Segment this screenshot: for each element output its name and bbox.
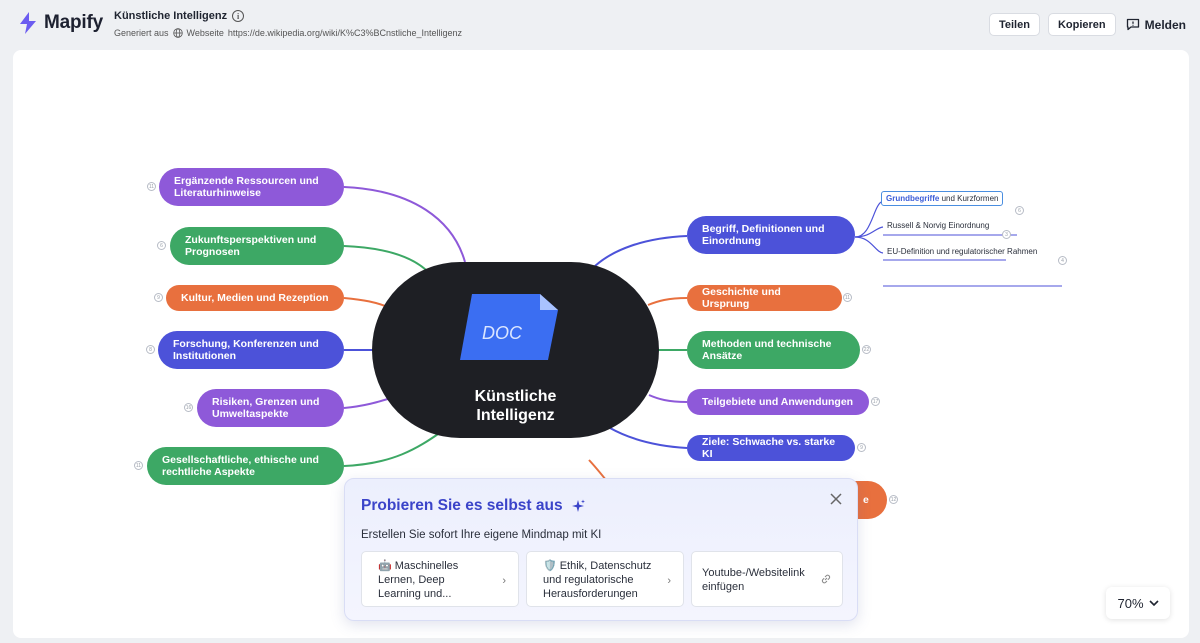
- sparkle-icon: [571, 499, 585, 512]
- mapify-logo[interactable]: Mapify: [18, 12, 103, 34]
- document-icon: DOC: [460, 294, 558, 360]
- info-icon[interactable]: i: [232, 10, 245, 22]
- child-count-badge[interactable]: 11: [147, 182, 156, 191]
- node-label: Geschichte und Ursprung: [702, 285, 781, 311]
- node-label: Ziele: Schwache vs. starke KI: [702, 435, 836, 461]
- report-icon: [1126, 18, 1139, 31]
- source-line: Generiert aus Webseite https://de.wikipe…: [114, 28, 462, 38]
- child-count-badge[interactable]: 11: [134, 461, 143, 470]
- document-title-row: Künstliche Intelligenz i: [114, 10, 245, 22]
- node-label: Begriff, Definitionen und Einordnung: [702, 222, 825, 248]
- logo-text: Mapify: [44, 12, 103, 33]
- node-geschichte-ursprung[interactable]: Geschichte und Ursprung: [687, 285, 842, 311]
- promo-card-label: Youtube-/Websitelink einfügen: [702, 567, 805, 593]
- child-count-badge[interactable]: 3: [1002, 230, 1011, 239]
- chevron-right-icon: ›: [667, 575, 671, 587]
- node-label: Ergänzende Ressourcen und Literaturhinwe…: [174, 174, 319, 200]
- promo-card-ethik[interactable]: 🛡️ Ethik, Datenschutz und regulatorische …: [526, 551, 684, 607]
- promo-title-row: Probieren Sie es selbst aus: [361, 497, 585, 515]
- copy-button[interactable]: Kopieren: [1047, 13, 1116, 36]
- link-icon: [821, 574, 831, 584]
- promo-card-link[interactable]: Youtube-/Websitelink einfügen: [691, 551, 843, 607]
- node-label: Gesellschaftliche, ethische und rechtlic…: [162, 453, 319, 479]
- subnode-eu-definition[interactable]: EU-Definition und regulatorischer Rahmen: [887, 247, 1037, 256]
- promo-card-ml[interactable]: 🤖 Maschinelles Lernen, Deep Learning und.…: [361, 551, 519, 607]
- doc-badge-text: DOC: [482, 323, 523, 343]
- report-label: Melden: [1144, 17, 1186, 32]
- node-ergaenzende-ressourcen[interactable]: Ergänzende Ressourcen und Literaturhinwe…: [159, 168, 344, 206]
- promo-subtitle: Erstellen Sie sofort Ihre eigene Mindmap…: [361, 529, 602, 541]
- node-gesellschaftliche-aspekte[interactable]: Gesellschaftliche, ethische und rechtlic…: [147, 447, 344, 485]
- source-type: Webseite: [186, 28, 224, 38]
- source-prefix: Generiert aus: [114, 28, 169, 38]
- node-label: Teilgebiete und Anwendungen: [702, 395, 854, 408]
- node-label: Zukunftsperspektiven und Prognosen: [185, 233, 317, 259]
- globe-icon: [172, 28, 183, 38]
- node-label: Risiken, Grenzen und Umweltaspekte: [212, 395, 320, 421]
- node-ziele-schwache-starke-ki[interactable]: Ziele: Schwache vs. starke KI: [687, 435, 855, 461]
- child-count-badge[interactable]: 4: [1058, 256, 1067, 265]
- node-risiken-grenzen[interactable]: Risiken, Grenzen und Umweltaspekte: [197, 389, 344, 427]
- center-node[interactable]: DOC Künstliche Intelligenz: [372, 262, 659, 438]
- node-forschung-konferenzen[interactable]: Forschung, Konferenzen und Institutionen: [158, 331, 344, 369]
- subnode-grundbegriffe[interactable]: Grundbegriffe und Kurzformen: [881, 191, 1004, 206]
- child-count-badge[interactable]: 17: [871, 397, 880, 406]
- node-label: Kultur, Medien und Rezeption: [181, 291, 329, 304]
- node-begriff-definitionen[interactable]: Begriff, Definitionen und Einordnung: [687, 216, 855, 254]
- node-label: Forschung, Konferenzen und Institutionen: [173, 337, 319, 363]
- promo-card-label: Ethik, Datenschutz und regulatorische He…: [543, 560, 652, 600]
- subnode-label-bold: Grundbegriffe: [886, 194, 940, 203]
- robot-icon: 🤖: [378, 560, 392, 572]
- chevron-down-icon: [1148, 599, 1159, 606]
- child-count-badge[interactable]: 22: [862, 345, 871, 354]
- header-actions: Teilen Kopieren Melden: [988, 13, 1186, 36]
- close-icon[interactable]: [829, 492, 843, 506]
- chevron-right-icon: ›: [502, 575, 506, 587]
- child-count-badge[interactable]: 11: [843, 293, 852, 302]
- share-button[interactable]: Teilen: [988, 13, 1040, 36]
- child-count-badge[interactable]: 9: [857, 443, 866, 452]
- subnode-label-rest: und Kurzformen: [939, 194, 999, 203]
- child-count-badge[interactable]: 16: [184, 403, 193, 412]
- promo-title: Probieren Sie es selbst aus: [361, 497, 563, 514]
- zoom-control[interactable]: 70%: [1106, 587, 1170, 619]
- node-methoden-ansaetze[interactable]: Methoden und technische Ansätze: [687, 331, 860, 369]
- child-count-badge[interactable]: 9: [154, 293, 163, 302]
- top-bar: Mapify Künstliche Intelligenz i Generier…: [0, 0, 1200, 50]
- child-count-badge[interactable]: 12: [889, 495, 898, 504]
- node-teilgebiete-anwendungen[interactable]: Teilgebiete und Anwendungen: [687, 389, 869, 415]
- zoom-level: 70%: [1117, 595, 1144, 611]
- source-url[interactable]: https://de.wikipedia.org/wiki/K%C3%BCnst…: [228, 28, 462, 38]
- child-count-badge[interactable]: 6: [157, 241, 166, 250]
- child-count-badge[interactable]: 6: [1015, 206, 1024, 215]
- document-title: Künstliche Intelligenz: [114, 10, 228, 22]
- node-zukunftsperspektiven[interactable]: Zukunftsperspektiven und Prognosen: [170, 227, 344, 265]
- node-label: Methoden und technische Ansätze: [702, 337, 832, 363]
- mapify-logo-icon: [20, 12, 36, 34]
- promo-popup: Probieren Sie es selbst aus Erstellen Si…: [344, 478, 858, 621]
- child-count-badge[interactable]: 8: [146, 345, 155, 354]
- node-kultur-medien[interactable]: Kultur, Medien und Rezeption: [166, 285, 344, 311]
- shield-icon: 🛡️: [543, 560, 557, 572]
- center-node-label: Künstliche Intelligenz: [474, 388, 557, 424]
- subnode-russell-norvig[interactable]: Russell & Norvig Einordnung: [887, 221, 989, 230]
- report-button[interactable]: Melden: [1126, 18, 1186, 32]
